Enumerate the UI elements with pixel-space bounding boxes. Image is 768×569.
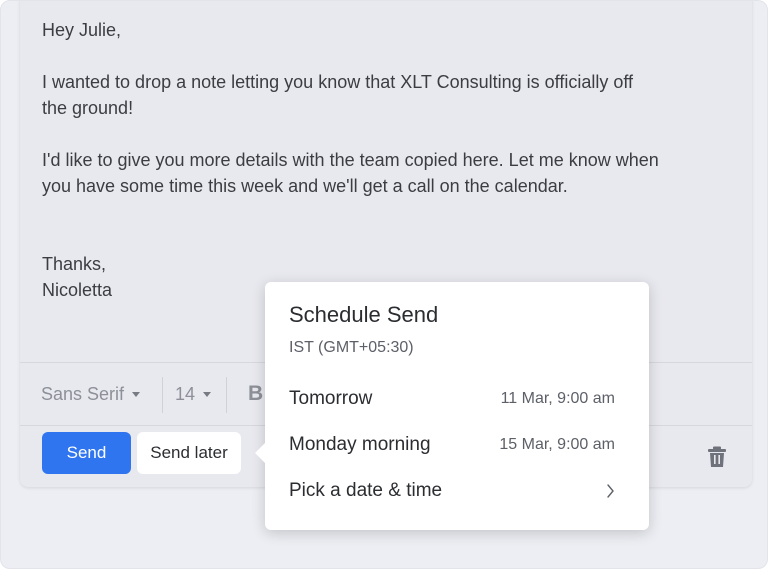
body-line: I wanted to drop a note letting you know… bbox=[42, 72, 634, 92]
trash-icon[interactable] bbox=[707, 446, 727, 468]
message-body[interactable]: Hey Julie, I wanted to drop a note letti… bbox=[42, 17, 732, 303]
option-label: Pick a date & time bbox=[289, 480, 443, 501]
app-background: Hey Julie, I wanted to drop a note letti… bbox=[0, 0, 768, 569]
font-family-select[interactable]: Sans Serif bbox=[41, 363, 141, 425]
greeting-line: Hey Julie, bbox=[42, 20, 122, 40]
toolbar-divider bbox=[226, 377, 227, 413]
body-line: you have some time this week and we'll g… bbox=[42, 176, 568, 196]
schedule-send-popover: Schedule Send IST (GMT+05:30) Tomorrow 1… bbox=[255, 282, 649, 530]
font-family-label: Sans Serif bbox=[41, 383, 125, 404]
body-line: I'd like to give you more details with t… bbox=[42, 150, 659, 170]
bold-button[interactable]: B bbox=[248, 363, 263, 425]
closing-line: Thanks, bbox=[42, 254, 107, 274]
schedule-option-monday-morning[interactable]: Monday morning 15 Mar, 9:00 am bbox=[289, 428, 615, 462]
option-label: Tomorrow bbox=[289, 388, 373, 409]
option-label: Monday morning bbox=[289, 434, 431, 455]
toolbar-divider bbox=[162, 377, 163, 413]
send-later-button[interactable]: Send later bbox=[137, 432, 241, 474]
font-size-select[interactable]: 14 bbox=[175, 363, 212, 425]
send-button[interactable]: Send bbox=[42, 432, 131, 474]
timezone-label: IST (GMT+05:30) bbox=[289, 339, 414, 356]
option-time: 15 Mar, 9:00 am bbox=[499, 436, 615, 453]
chevron-down-icon bbox=[132, 391, 141, 397]
popover-pointer bbox=[255, 442, 266, 464]
popover-title: Schedule Send bbox=[289, 302, 439, 327]
schedule-option-tomorrow[interactable]: Tomorrow 11 Mar, 9:00 am bbox=[289, 382, 615, 416]
body-line: the ground! bbox=[42, 98, 134, 118]
chevron-right-icon bbox=[605, 483, 615, 499]
font-size-label: 14 bbox=[175, 383, 196, 404]
chevron-down-icon bbox=[203, 391, 212, 397]
schedule-option-pick-date-time[interactable]: Pick a date & time bbox=[289, 474, 615, 508]
option-time: 11 Mar, 9:00 am bbox=[500, 390, 615, 407]
